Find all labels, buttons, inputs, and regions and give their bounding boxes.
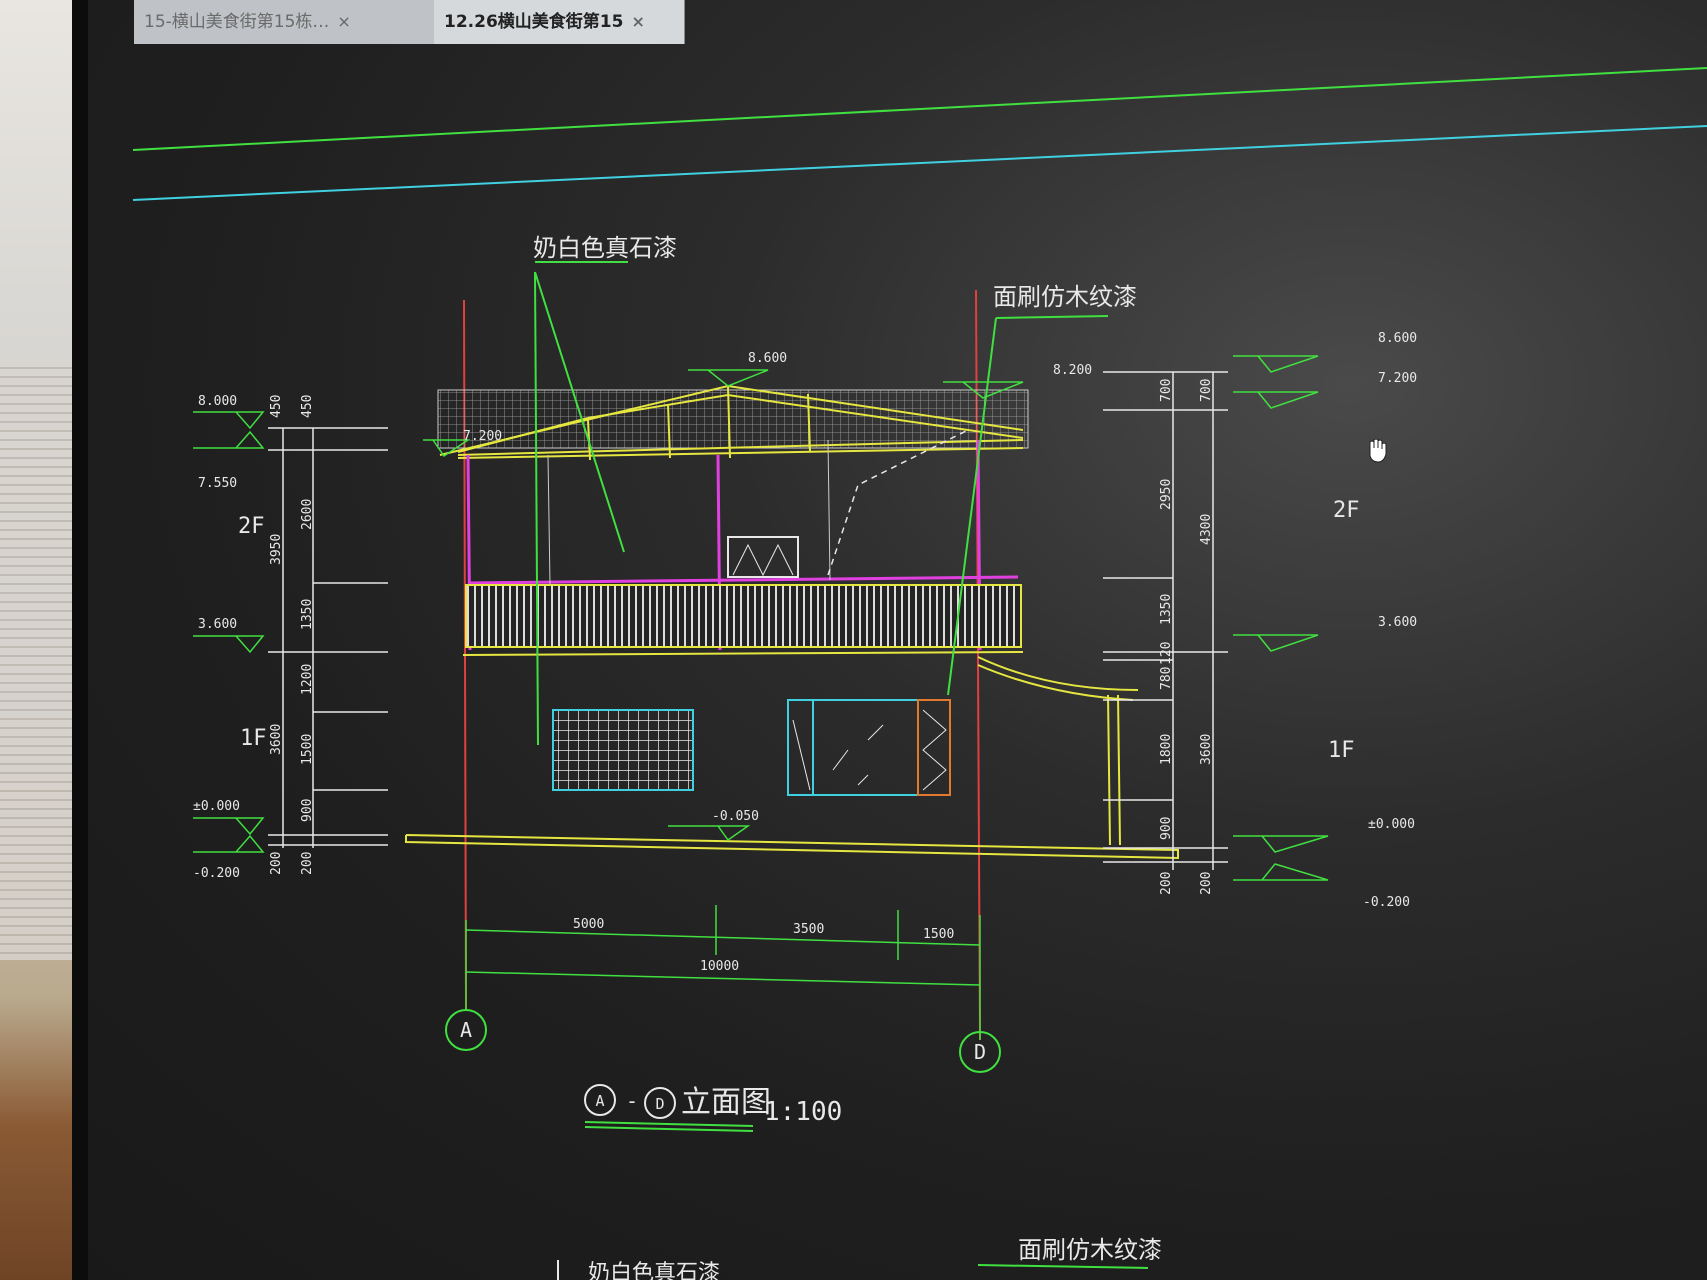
dimension-text: 1200 [300, 664, 315, 695]
title-axis-to: D [655, 1095, 664, 1113]
dimension-text: 1500 [923, 927, 954, 942]
dimension-text: 4300 [1199, 514, 1214, 545]
title-axis-from: A [595, 1092, 604, 1110]
balcony-railing [465, 584, 1022, 648]
floor-label-1f: 1F [240, 726, 267, 751]
cad-drawing-canvas[interactable]: 奶白色真石漆 面刷仿木纹漆 面刷仿木纹漆 奶白色真石漆 8.000 7.550 … [88, 0, 1707, 1280]
axis-label-d: D [974, 1040, 986, 1064]
dimension-text: 1350 [1159, 594, 1174, 625]
dimension-text: 2600 [300, 499, 315, 530]
ground-line [405, 834, 1179, 860]
elevation-label: -0.050 [712, 809, 759, 824]
elevation-label: -0.200 [193, 866, 240, 881]
dimension-text: 3500 [793, 922, 824, 937]
canopy-post [1117, 694, 1121, 846]
dimension-text: 1500 [300, 734, 315, 765]
bottom-stone-paint-label: 奶白色真石漆 [588, 1261, 720, 1280]
dimension-text: 200 [1199, 872, 1214, 895]
dimension-text: 200 [1159, 872, 1174, 895]
dimension-text: 900 [300, 799, 315, 822]
elevation-label: ±0.000 [193, 799, 240, 814]
dimension-text: 450 [300, 395, 315, 418]
dimension-text: 2950 [1159, 479, 1174, 510]
dimension-text: 3600 [1199, 734, 1214, 765]
window-hatch [792, 719, 811, 791]
dimension-text: 5000 [573, 917, 604, 932]
floor-slab [462, 651, 1024, 656]
elevation-label: 8.600 [748, 351, 787, 366]
dimension-text: 780 [1159, 667, 1174, 690]
title-underline [584, 1126, 754, 1132]
elevation-label: 3.600 [198, 617, 237, 632]
roof-tile-hatch [437, 389, 1029, 449]
stone-paint-label: 奶白色真石漆 [533, 234, 677, 262]
door [727, 536, 799, 578]
floor-label-2f: 2F [1333, 498, 1360, 523]
dimension-text: 450 [269, 395, 284, 418]
dimension-text: 10000 [700, 959, 739, 974]
drawing-scale: 1:100 [764, 1097, 842, 1127]
leader-line [977, 1264, 1149, 1269]
elevation-label: -0.200 [1363, 895, 1410, 910]
right-elevation-marks [1233, 355, 1329, 881]
dimension-text: 700 [1159, 379, 1174, 402]
floor-label-1f: 1F [1328, 738, 1355, 763]
axis-label-a: A [460, 1018, 472, 1042]
left-dimension-ladder [268, 427, 388, 848]
dimension-text: 1800 [1159, 734, 1174, 765]
floor-label-2f: 2F [238, 514, 265, 539]
dimension-text: 200 [300, 852, 315, 875]
dimension-text: 900 [1159, 817, 1174, 840]
title-dash: - [626, 1089, 638, 1113]
cad-screen: 15-横山美食街第15栋… × 12.26横山美食街第15 × 奶白色真石漆 面… [88, 0, 1707, 1280]
glass-reflection [857, 774, 869, 786]
elevation-label: 8.200 [1053, 363, 1092, 378]
title-underline [584, 1121, 754, 1127]
leader-line [534, 271, 539, 746]
canopy-post [1107, 694, 1111, 846]
elevation-label: 8.000 [198, 394, 237, 409]
elevation-label: 8.600 [1378, 331, 1417, 346]
wall-line [547, 454, 551, 586]
hand-cursor-icon [1369, 438, 1387, 463]
elevation-label: 3.600 [1378, 615, 1417, 630]
dimension-text: 3950 [269, 534, 284, 565]
elevation-label: 7.200 [1378, 371, 1417, 386]
elevation-label: 7.200 [463, 429, 502, 444]
wood-paint-label: 面刷仿木纹漆 [993, 283, 1137, 311]
dimension-text: 120 [1159, 642, 1174, 665]
leader-line [995, 315, 1109, 319]
wall-line [827, 439, 831, 581]
door-swing [732, 543, 794, 577]
drawing-title: 立面图 [681, 1085, 771, 1120]
glass-reflection [867, 724, 884, 741]
bottom-wood-paint-label: 面刷仿木纹漆 [1018, 1236, 1162, 1264]
lattice-window [552, 709, 694, 791]
dimension-text: 700 [1199, 379, 1214, 402]
dimension-text: 3600 [269, 724, 284, 755]
elevation-label: 7.550 [198, 476, 237, 491]
elevation-label: ±0.000 [1368, 817, 1415, 832]
glass-reflection [832, 749, 849, 771]
wood-panel-hatch [922, 709, 947, 791]
dimension-text: 1350 [300, 599, 315, 630]
dimension-text: 200 [269, 852, 284, 875]
